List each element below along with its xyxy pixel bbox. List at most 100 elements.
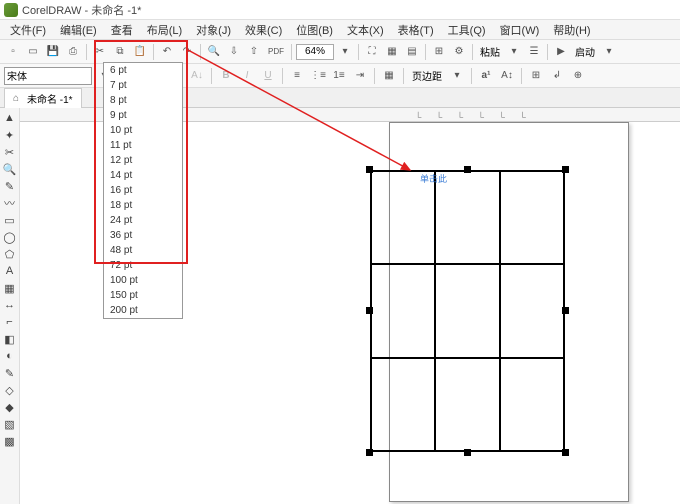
font-size-option[interactable]: 9 pt [104,108,182,123]
zoom-dropdown-icon[interactable]: ▾ [336,43,354,61]
options-button[interactable]: ⚙ [450,43,468,61]
print-button[interactable]: ⎙ [64,43,82,61]
dropshadow-tool[interactable]: ◧ [2,331,18,347]
text-a-button[interactable]: a¹ [477,67,495,85]
table-cell[interactable] [500,264,564,357]
page-edge-dropdown-icon[interactable]: ▾ [448,67,466,85]
font-size-dropdown[interactable]: 6 pt7 pt8 pt9 pt10 pt11 pt12 pt14 pt16 p… [103,62,183,319]
numbering-button[interactable]: 1≡ [330,67,348,85]
font-size-option[interactable]: 72 pt [104,258,182,273]
rectangle-tool[interactable]: ▭ [2,212,18,228]
save-button[interactable]: 💾 [44,43,62,61]
font-size-option[interactable]: 14 pt [104,168,182,183]
shape-tool[interactable]: ✦ [2,127,18,143]
font-size-option[interactable]: 18 pt [104,198,182,213]
table-cell[interactable] [371,264,435,357]
font-size-option[interactable]: 200 pt [104,303,182,318]
rulers-button[interactable]: ▦ [383,43,401,61]
menu-edit[interactable]: 编辑(E) [54,20,103,40]
menu-object[interactable]: 对象(J) [190,20,237,40]
freehand-tool[interactable]: ✎ [2,178,18,194]
font-size-option[interactable]: 10 pt [104,123,182,138]
menu-bitmap[interactable]: 位图(B) [290,20,339,40]
menu-window[interactable]: 窗口(W) [494,20,546,40]
selection-handle[interactable] [366,449,373,456]
snap-button[interactable]: ⊞ [430,43,448,61]
eyedropper-tool[interactable]: ✎ [2,365,18,381]
undo-button[interactable]: ↶ [158,43,176,61]
font-size-option[interactable]: 36 pt [104,228,182,243]
menu-layout[interactable]: 布局(L) [141,20,188,40]
search-button[interactable]: 🔍 [205,43,223,61]
pick-tool[interactable]: ▲ [2,110,18,126]
table-cell[interactable] [500,171,564,264]
font-size-option[interactable]: 7 pt [104,78,182,93]
menu-table[interactable]: 表格(T) [392,20,440,40]
launch-label[interactable]: 启动 [572,44,598,59]
table-object[interactable] [370,170,565,452]
zoom-input[interactable] [296,44,334,60]
paste-dropdown-icon[interactable]: ▾ [505,43,523,61]
font-size-option[interactable]: 6 pt [104,63,182,78]
font-size-option[interactable]: 16 pt [104,183,182,198]
table-cell[interactable] [371,358,435,451]
decrease-size-icon[interactable]: A↓ [188,67,206,85]
table-cell[interactable] [435,358,499,451]
fullscreen-button[interactable]: ⛶ [363,43,381,61]
bold-button[interactable]: B [217,67,235,85]
italic-button[interactable]: I [238,67,256,85]
copy-button[interactable]: ⧉ [111,43,129,61]
table-cell[interactable] [500,358,564,451]
fill-tool[interactable]: ◆ [2,399,18,415]
grid-button[interactable]: ▤ [403,43,421,61]
wrap-button[interactable]: ↲ [548,67,566,85]
font-size-option[interactable]: 24 pt [104,213,182,228]
text-options-button[interactable]: ⊞ [527,67,545,85]
menu-text[interactable]: 文本(X) [341,20,390,40]
font-size-option[interactable]: 12 pt [104,153,182,168]
more-options-button[interactable]: ⊕ [569,67,587,85]
table-tool[interactable]: ▦ [2,280,18,296]
new-button[interactable]: ▫ [4,43,22,61]
polygon-tool[interactable]: ⬠ [2,246,18,262]
selection-handle[interactable] [464,449,471,456]
selection-handle[interactable] [562,449,569,456]
dimension-tool[interactable]: ↔ [2,297,18,313]
font-size-option[interactable]: 100 pt [104,273,182,288]
font-size-option[interactable]: 11 pt [104,138,182,153]
export-button[interactable]: ⇧ [245,43,263,61]
paste-button[interactable]: 📋 [131,43,149,61]
table-grid[interactable] [370,170,565,452]
menu-help[interactable]: 帮助(H) [547,20,596,40]
selection-handle[interactable] [464,166,471,173]
zoom-tool[interactable]: 🔍 [2,161,18,177]
menu-effects[interactable]: 效果(C) [239,20,288,40]
selection-handle[interactable] [366,307,373,314]
interactive-fill-tool[interactable]: ▧ [2,416,18,432]
menu-file[interactable]: 文件(F) [4,20,52,40]
align-left-button[interactable]: ≡ [288,67,306,85]
font-size-option[interactable]: 150 pt [104,288,182,303]
artistic-tool[interactable]: 〰 [2,195,18,211]
underline-button[interactable]: U [259,67,277,85]
open-button[interactable]: ▭ [24,43,42,61]
paste-label[interactable]: 粘贴 [477,44,503,59]
pdf-button[interactable]: PDF [265,43,287,61]
redo-button[interactable]: ↷ [178,43,196,61]
cut-button[interactable]: ✂ [91,43,109,61]
import-button[interactable]: ⇩ [225,43,243,61]
ellipse-tool[interactable]: ◯ [2,229,18,245]
text-tool[interactable]: A [2,263,18,279]
selection-handle[interactable] [562,307,569,314]
outline-tool[interactable]: ◇ [2,382,18,398]
launch-dropdown-icon[interactable]: ▾ [600,43,618,61]
font-size-option[interactable]: 48 pt [104,243,182,258]
selection-handle[interactable] [366,166,373,173]
font-size-option[interactable]: 8 pt [104,93,182,108]
border-button[interactable]: ▦ [380,67,398,85]
menu-tools[interactable]: 工具(Q) [442,20,492,40]
transparency-tool[interactable]: ◐ [2,348,18,364]
text-direction-button[interactable]: A↕ [498,67,516,85]
mesh-tool[interactable]: ▩ [2,433,18,449]
indent-button[interactable]: ⇥ [351,67,369,85]
